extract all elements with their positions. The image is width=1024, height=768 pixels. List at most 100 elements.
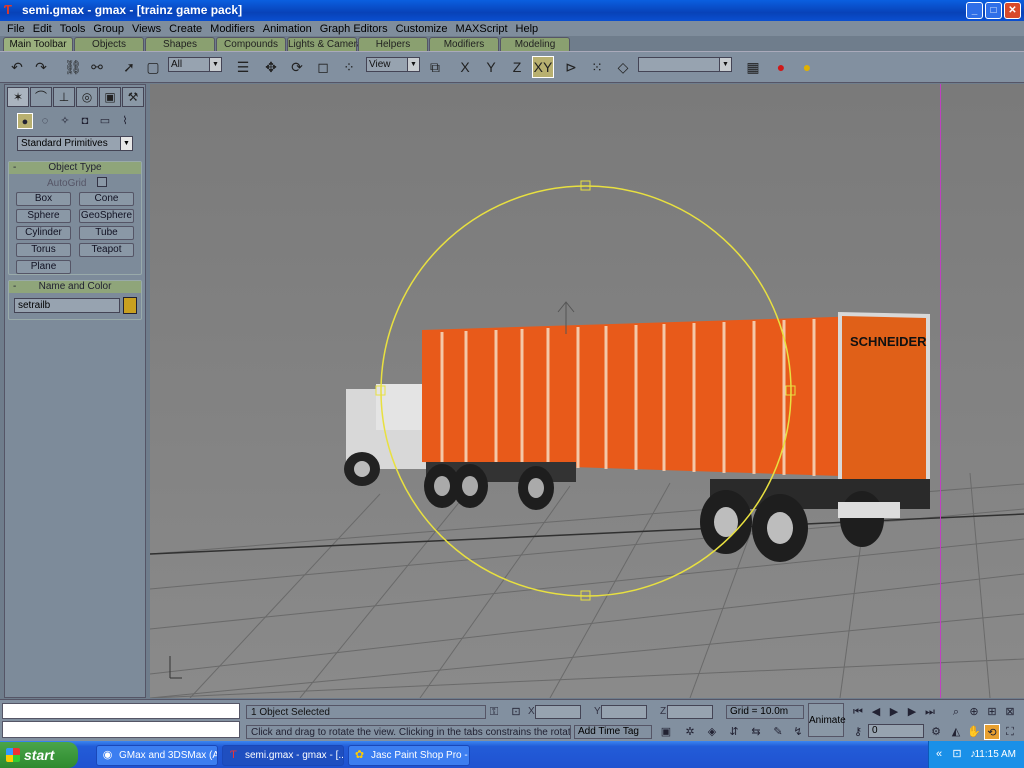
keyframe-icon[interactable]: ✎ [770,724,786,740]
lights-icon[interactable]: ✧ [57,113,73,129]
mirror-tool-icon[interactable]: ⧉ [424,56,446,78]
zoom-extents-all-icon[interactable]: ⊠ [1002,704,1018,720]
axis-x-button[interactable]: X [454,56,476,78]
tab-modifiers[interactable]: Modifiers [429,37,499,51]
rotate-icon[interactable]: ⟳ [286,56,308,78]
zoom-all-icon[interactable]: ⊕ [966,704,982,720]
angle-snap-icon[interactable]: ✲ [682,724,698,740]
spacewarps-icon[interactable]: ⌇ [117,113,133,129]
tab-lights-cameras[interactable]: Lights & Cameras [287,37,367,51]
next-frame-icon[interactable]: ▶ [904,704,920,720]
torus-button[interactable]: Torus [16,243,71,257]
axis-xy-button[interactable]: XY [532,56,554,78]
perspective-viewport[interactable]: SCHNEIDER [150,84,1024,698]
teapot-button[interactable]: Teapot [79,243,134,257]
tab-shapes[interactable]: Shapes [145,37,215,51]
object-type-header[interactable]: - Object Type [9,162,141,174]
tab-modeling[interactable]: Modeling [500,37,570,51]
taskbar-item-paint-shop[interactable]: ✿ Jasc Paint Shop Pro - ... [348,745,470,766]
pan-icon[interactable]: ✋ [966,724,982,740]
spinner-snap-icon[interactable]: ⇵ [726,724,742,740]
object-color-swatch[interactable] [123,297,137,314]
taskbar-item-gmax[interactable]: Ƭsemi.gmax - gmax - [... [222,745,344,766]
maximize-viewport-icon[interactable]: ⛶ [1002,724,1018,740]
lock-icon[interactable]: ⚿ [486,704,502,720]
key-mode-icon[interactable]: ⇆ [748,724,764,740]
start-button[interactable]: start [0,742,78,768]
zoom-icon[interactable]: ⌕ [948,704,964,720]
align-icon[interactable]: ◇ [612,56,634,78]
render-icon[interactable]: ● [770,56,792,78]
title-bar[interactable]: Ƭ semi.gmax - gmax - [trainz game pack] … [0,0,1024,21]
cylinder-button[interactable]: Cylinder [16,226,71,240]
name-color-header[interactable]: - Name and Color [9,281,141,293]
select-arrow-icon[interactable]: ➚ [118,56,140,78]
maxscript-listener-top[interactable] [2,703,240,719]
menu-animation[interactable]: Animation [259,23,316,35]
array-icon[interactable]: ⁙ [586,56,608,78]
field-of-view-icon[interactable]: ◭ [948,724,964,740]
tab-main-toolbar[interactable]: Main Toolbar [3,37,73,51]
display-tab-icon[interactable]: ▣ [99,87,121,107]
axis-y-button[interactable]: Y [480,56,502,78]
cone-button[interactable]: Cone [79,192,134,206]
cameras-icon[interactable]: ◘ [77,113,93,129]
play-icon[interactable]: ▶ [886,704,902,720]
menu-edit[interactable]: Edit [29,23,56,35]
select-by-name-icon[interactable]: ☰ [232,56,254,78]
maximize-button[interactable]: □ [985,2,1002,19]
axis-z-button[interactable]: Z [506,56,528,78]
menu-customize[interactable]: Customize [392,23,452,35]
link-icon[interactable]: ⛓ [62,56,84,78]
go-to-start-icon[interactable]: ⏮ [850,704,866,720]
utilities-tab-icon[interactable]: ⚒ [122,87,144,107]
autogrid-checkbox[interactable] [97,177,107,187]
previous-frame-icon[interactable]: ◀ [868,704,884,720]
helpers-icon[interactable]: ▭ [97,113,113,129]
category-dropdown[interactable]: Standard Primitives ▼ [17,136,133,151]
animate-button[interactable]: Animate [808,703,846,737]
menu-graph-editors[interactable]: Graph Editors [316,23,392,35]
arc-rotate-icon[interactable]: ⟲ [984,724,1000,740]
unlink-icon[interactable]: ⚯ [86,56,108,78]
menu-group[interactable]: Group [89,23,128,35]
current-frame-input[interactable]: 0 [868,724,924,738]
add-time-tag-button[interactable]: Add Time Tag [574,725,652,739]
pivot-icon[interactable]: ⁘ [338,56,360,78]
transform-gizmo-icon[interactable]: ↯ [790,724,806,740]
minimize-button[interactable]: _ [966,2,983,19]
tab-helpers[interactable]: Helpers [358,37,428,51]
geosphere-button[interactable]: GeoSphere [79,209,134,223]
menu-tools[interactable]: Tools [56,23,90,35]
absolute-mode-icon[interactable]: ⊡ [508,704,524,720]
menu-maxscript[interactable]: MAXScript [452,23,512,35]
tube-button[interactable]: Tube [79,226,134,240]
y-coord-input[interactable] [601,705,647,719]
quick-render-icon[interactable]: ● [796,56,818,78]
shapes-icon[interactable]: ◌ [37,113,53,129]
x-coord-input[interactable] [535,705,581,719]
key-icon[interactable]: ⚷ [850,724,866,740]
move-icon[interactable]: ✥ [260,56,282,78]
menu-modifiers[interactable]: Modifiers [206,23,259,35]
sphere-button[interactable]: Sphere [16,209,71,223]
scale-icon[interactable]: ◻ [312,56,334,78]
tab-objects[interactable]: Objects [74,37,144,51]
geometry-icon[interactable]: ● [17,113,33,129]
named-selection-dropdown[interactable]: ▼ [638,57,732,72]
snap-icon[interactable]: ▣ [658,724,674,740]
selection-filter-dropdown[interactable]: All ▼ [168,57,222,72]
tray-network-icon[interactable]: ⊡ [949,746,965,762]
redo-icon[interactable]: ↷ [30,56,52,78]
close-button[interactable]: ✕ [1004,2,1021,19]
time-config-icon[interactable]: ⚙ [928,724,944,740]
motion-tab-icon[interactable]: ◎ [76,87,98,107]
z-coord-input[interactable] [667,705,713,719]
undo-icon[interactable]: ↶ [6,56,28,78]
menu-help[interactable]: Help [512,23,543,35]
object-name-input[interactable]: setrailb [14,298,120,313]
maxscript-listener-bottom[interactable] [2,721,240,738]
taskbar-item-gmax-forum[interactable]: ◉ GMax and 3DSMax (A... [96,745,218,766]
region-select-icon[interactable]: ▢ [142,56,164,78]
create-tab-icon[interactable]: ✶ [7,87,29,107]
